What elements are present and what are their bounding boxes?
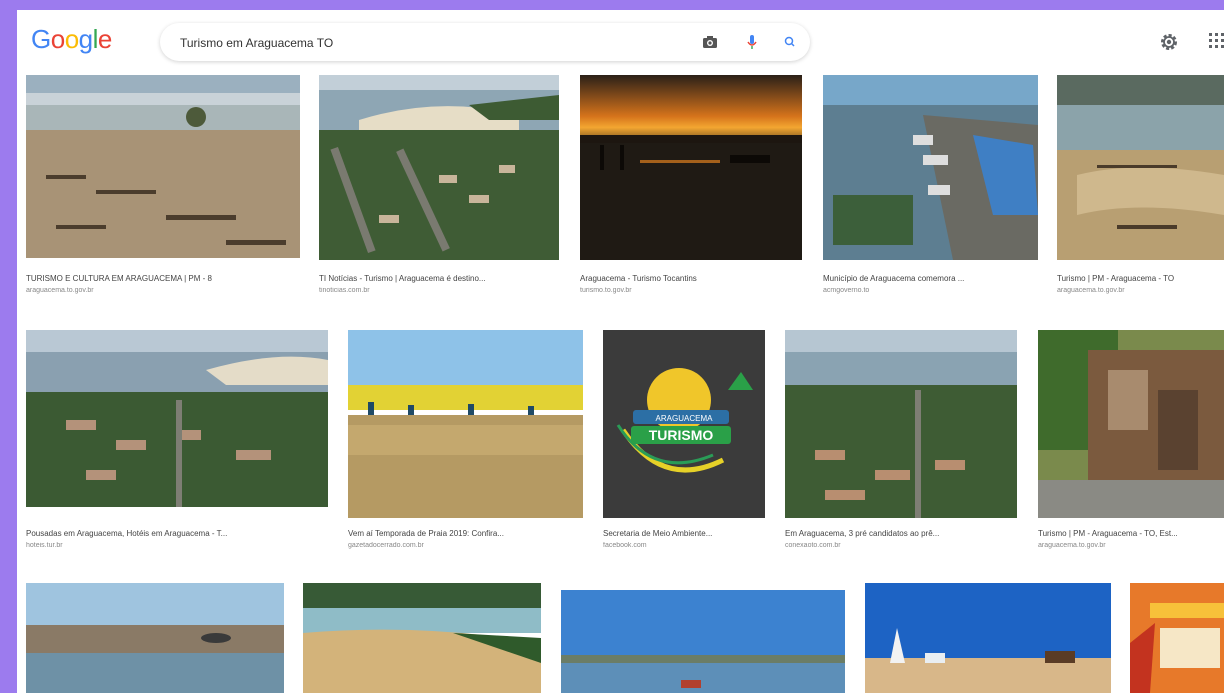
- result-caption[interactable]: TI Notícias - Turismo | Araguacema é des…: [319, 274, 555, 283]
- result-source: acmgoverno.to: [823, 287, 870, 294]
- result-caption[interactable]: Vem aí Temporada de Praia 2019: Confira.…: [348, 529, 581, 538]
- logo-letter: e: [97, 24, 112, 54]
- logo-letter: o: [64, 24, 79, 54]
- browser-page: Google Turismo em Araguacema TO TURISMO …: [17, 10, 1224, 693]
- image-result[interactable]: Vem aí Temporada de Praia 2019: Confira.…: [348, 330, 583, 575]
- result-thumbnail[interactable]: [26, 583, 284, 693]
- result-thumbnail[interactable]: [823, 75, 1038, 260]
- badge-town: ARAGUACEMA: [656, 414, 714, 423]
- result-thumbnail[interactable]: [26, 330, 328, 507]
- image-result[interactable]: TI Notícias - Turismo | Araguacema é des…: [319, 75, 559, 315]
- image-result[interactable]: Município de Araguacema comemora ... acm…: [823, 75, 1038, 315]
- result-source: facebook.com: [603, 542, 647, 549]
- image-result[interactable]: [561, 590, 845, 693]
- search-input[interactable]: [178, 32, 662, 54]
- result-caption[interactable]: Turismo | PM - Araguacema - TO, Est...: [1038, 529, 1222, 538]
- image-result[interactable]: Turismo | PM - Araguacema - TO, Est... a…: [1038, 330, 1224, 575]
- image-result[interactable]: Araguacema - Turismo Tocantins turismo.t…: [580, 75, 802, 315]
- result-thumbnail[interactable]: [303, 583, 541, 693]
- result-thumbnail[interactable]: [561, 590, 845, 693]
- result-thumbnail[interactable]: [319, 75, 559, 260]
- mic-icon[interactable]: [742, 32, 762, 52]
- logo-letter: G: [31, 24, 51, 54]
- result-caption[interactable]: Em Araguacema, 3 pré candidatos ao prê..…: [785, 529, 1015, 538]
- result-source: araguacema.to.gov.br: [1038, 542, 1106, 549]
- image-result[interactable]: Turismo | PM - Araguacema - TO araguacem…: [1057, 75, 1224, 315]
- result-caption[interactable]: Município de Araguacema comemora ...: [823, 274, 1034, 283]
- image-result[interactable]: [26, 583, 284, 693]
- gear-icon[interactable]: [1158, 31, 1180, 53]
- camera-icon[interactable]: [700, 32, 720, 52]
- image-result[interactable]: [865, 583, 1111, 693]
- image-result[interactable]: ARAGUACEMA TURISMO Secretaria de Meio Am…: [603, 330, 765, 575]
- result-thumbnail[interactable]: [26, 75, 300, 258]
- result-thumbnail[interactable]: [865, 583, 1111, 693]
- result-source: araguacema.to.gov.br: [1057, 287, 1125, 294]
- result-thumbnail[interactable]: ARAGUACEMA TURISMO: [603, 330, 765, 518]
- result-caption[interactable]: TURISMO E CULTURA EM ARAGUACEMA | PM - 8: [26, 274, 296, 283]
- result-source: conexaoto.com.br: [785, 542, 841, 549]
- logo-letter: g: [78, 24, 93, 54]
- result-source: turismo.to.gov.br: [580, 287, 632, 294]
- apps-grid-icon[interactable]: [1207, 31, 1224, 51]
- image-result[interactable]: [1130, 583, 1224, 693]
- image-result[interactable]: Pousadas em Araguacema, Hotéis em Aragua…: [26, 330, 328, 575]
- image-result[interactable]: [303, 583, 541, 693]
- image-result[interactable]: TURISMO E CULTURA EM ARAGUACEMA | PM - 8…: [26, 75, 300, 315]
- logo-letter: o: [50, 24, 65, 54]
- result-thumbnail[interactable]: [580, 75, 802, 260]
- result-thumbnail[interactable]: [348, 330, 583, 518]
- result-thumbnail[interactable]: [785, 330, 1017, 518]
- result-thumbnail[interactable]: [1057, 75, 1224, 260]
- result-thumbnail[interactable]: [1130, 583, 1224, 693]
- result-caption[interactable]: Secretaria de Meio Ambiente...: [603, 529, 763, 538]
- result-source: hoteis.tur.br: [26, 542, 63, 549]
- result-source: tinoticias.com.br: [319, 287, 370, 294]
- search-icon[interactable]: [780, 32, 800, 52]
- result-thumbnail[interactable]: [1038, 330, 1224, 518]
- result-source: araguacema.to.gov.br: [26, 287, 94, 294]
- result-source: gazetadocerrado.com.br: [348, 542, 424, 549]
- google-logo[interactable]: Google: [31, 24, 112, 55]
- result-caption[interactable]: Pousadas em Araguacema, Hotéis em Aragua…: [26, 529, 326, 538]
- search-header: Google: [17, 10, 1224, 72]
- search-box: [160, 23, 810, 61]
- image-result[interactable]: Em Araguacema, 3 pré candidatos ao prê..…: [785, 330, 1017, 575]
- badge-turismo: TURISMO: [649, 427, 714, 443]
- result-caption[interactable]: Araguacema - Turismo Tocantins: [580, 274, 798, 283]
- result-caption[interactable]: Turismo | PM - Araguacema - TO: [1057, 274, 1222, 283]
